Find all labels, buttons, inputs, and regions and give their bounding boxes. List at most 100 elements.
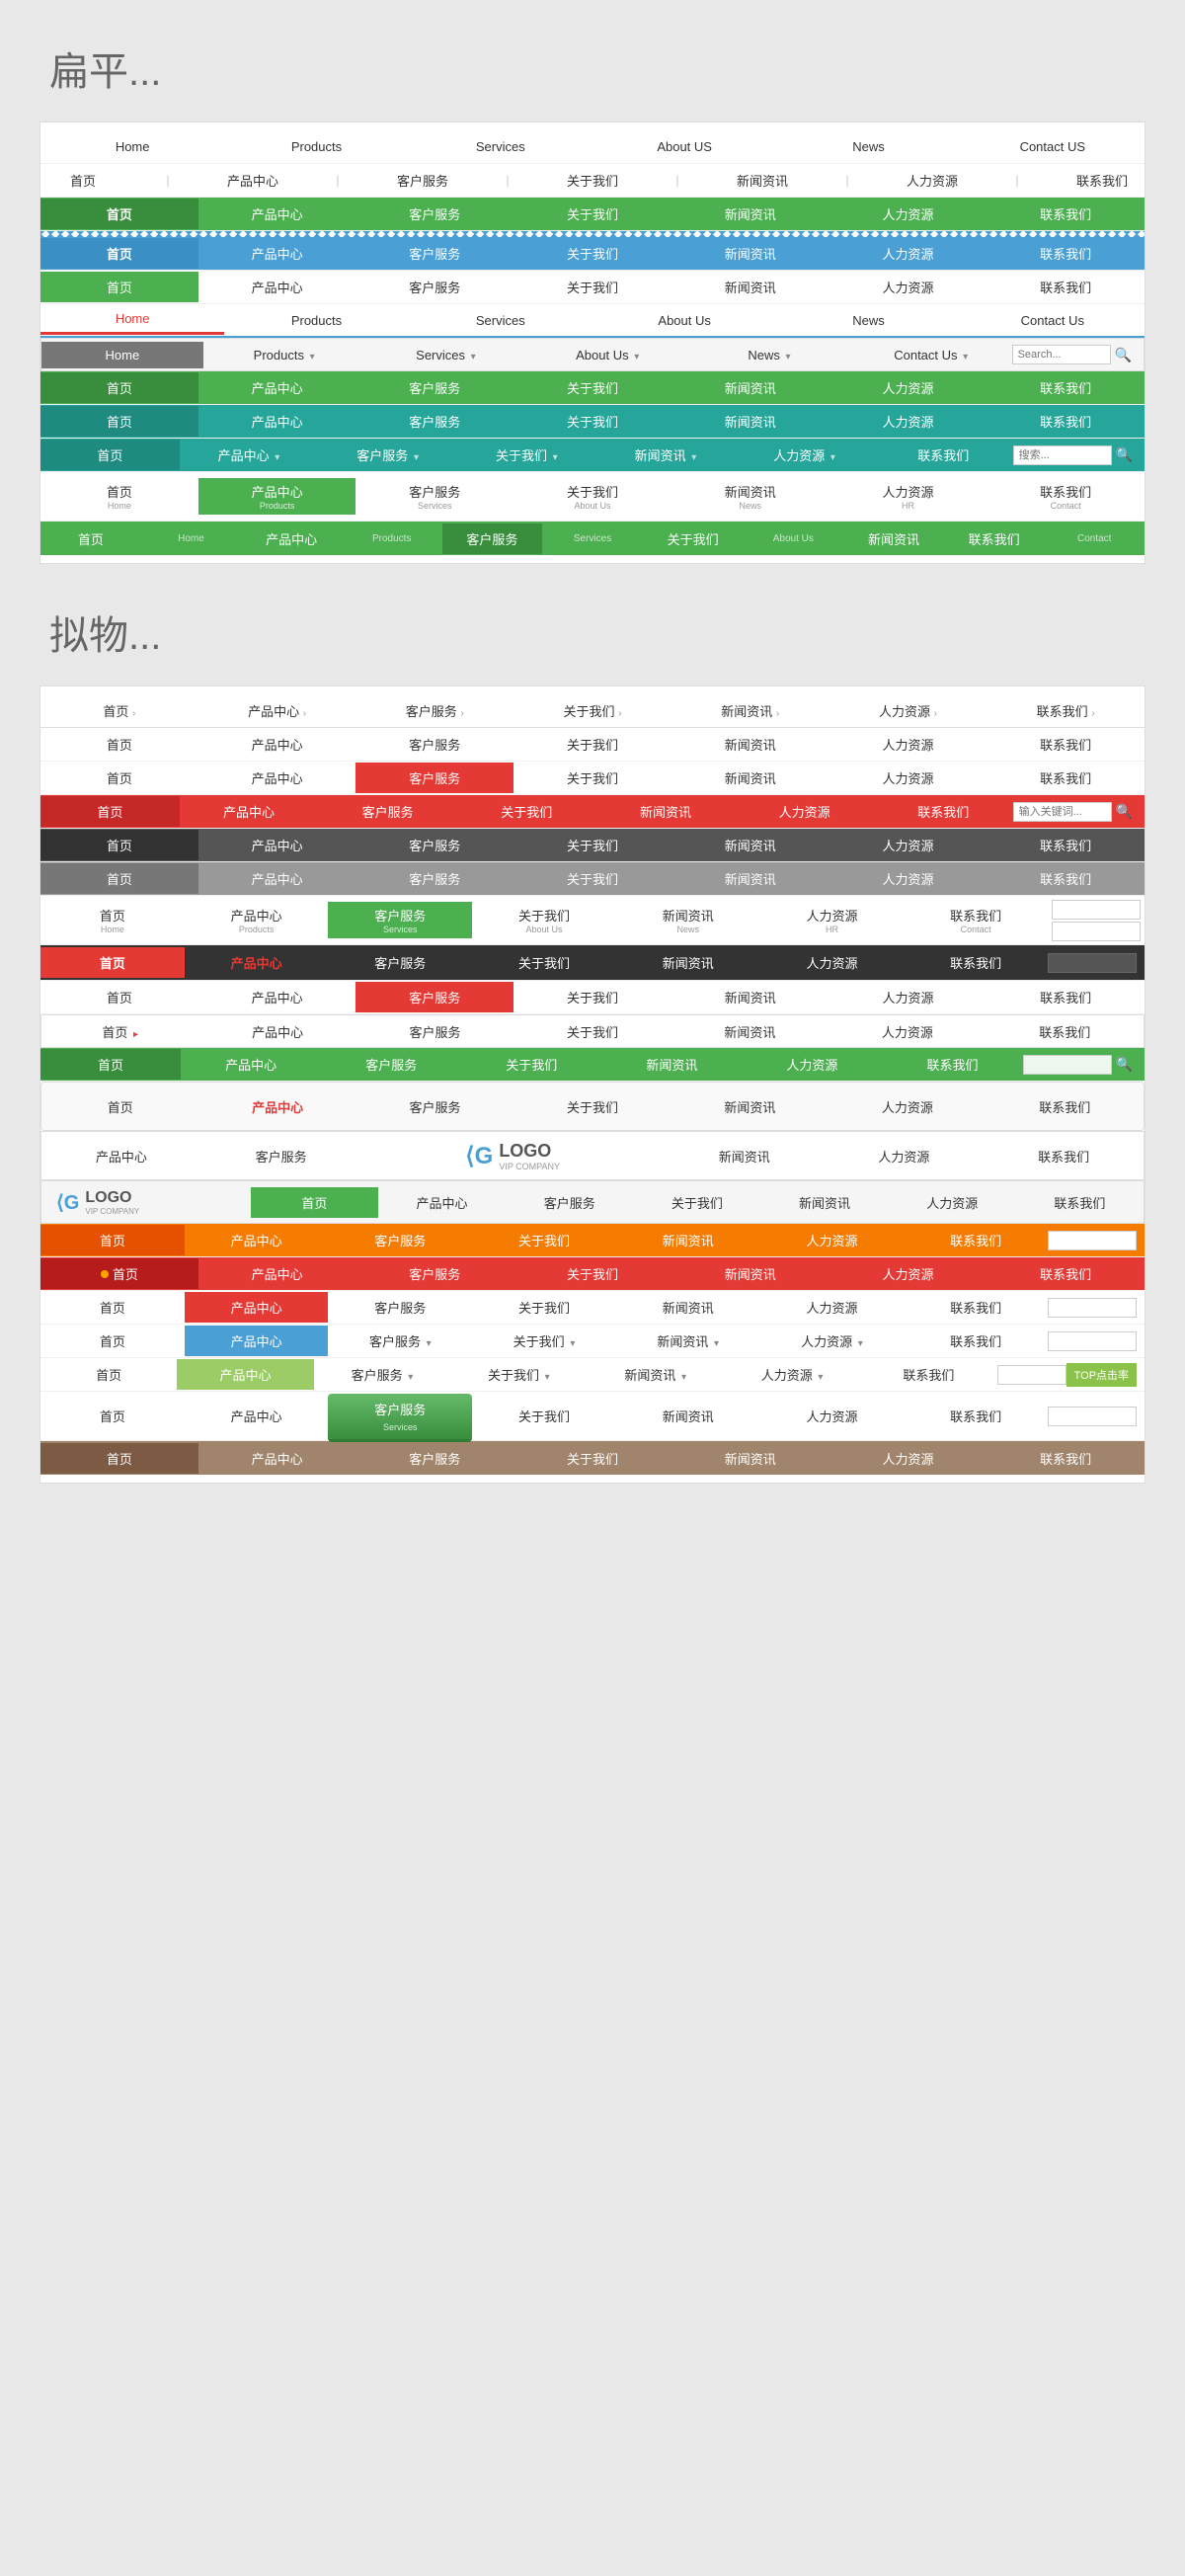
search-input-s20[interactable] xyxy=(1048,1407,1137,1426)
nav-services-cn2[interactable]: 客户服务 xyxy=(380,165,465,196)
nav-services-cn5[interactable]: 客户服务 xyxy=(356,272,514,302)
snav-home-3[interactable]: 首页 xyxy=(40,763,198,793)
nav-home-en6[interactable]: Home xyxy=(40,305,224,335)
snav-contact-20[interactable]: 联系我们 xyxy=(904,1401,1048,1431)
search-btn-s4[interactable]: 🔍 xyxy=(1112,801,1137,822)
nav-products-cn8[interactable]: 产品中心 xyxy=(198,372,356,403)
search-input2-s7[interactable] xyxy=(1052,922,1141,941)
nav-about-cn12[interactable]: 关于我们 xyxy=(643,523,744,554)
snav-contact-19[interactable]: 联系我们 xyxy=(860,1359,996,1390)
snav-news-10[interactable]: 新闻资讯 xyxy=(672,1016,829,1047)
snav-home-9[interactable]: 首页 xyxy=(40,982,198,1012)
nav-hr-cn4[interactable]: 人力资源 xyxy=(830,238,988,269)
snav-hr-18[interactable]: 人力资源 ▾ xyxy=(760,1326,905,1356)
snav-hr-17[interactable]: 人力资源 xyxy=(760,1292,905,1323)
snav-home-4[interactable]: 首页 xyxy=(40,796,180,827)
snav-about-12[interactable]: 关于我们 xyxy=(514,1091,671,1122)
snav-contact-9[interactable]: 联系我们 xyxy=(987,982,1145,1012)
snav-news-2[interactable]: 新闻资讯 xyxy=(672,729,830,760)
snav-services-6[interactable]: 客户服务 xyxy=(356,863,514,894)
nav-news-en6[interactable]: News xyxy=(776,307,960,334)
snav-products-3[interactable]: 产品中心 xyxy=(198,763,356,793)
nav-news-en7[interactable]: News ▾ xyxy=(688,342,850,368)
snav-about-16[interactable]: 关于我们 xyxy=(514,1258,672,1289)
snav-services-20[interactable]: 客户服务 Services xyxy=(328,1394,472,1439)
nav-news-cn3[interactable]: 新闻资讯 xyxy=(672,199,830,229)
snav-products-6[interactable]: 产品中心 xyxy=(198,863,356,894)
snav-about-3[interactable]: 关于我们 xyxy=(514,763,672,793)
nav-services-en12[interactable]: Services xyxy=(542,527,643,550)
snav-services-14[interactable]: 客户服务 xyxy=(506,1187,633,1218)
snav-news-14[interactable]: 新闻资讯 xyxy=(760,1187,888,1218)
snav-home-dbl7[interactable]: 首页 Home xyxy=(40,902,185,938)
nav-news-cn9[interactable]: 新闻资讯 xyxy=(672,406,830,437)
snav-contact-21[interactable]: 联系我们 xyxy=(987,1443,1145,1474)
snav-about-2[interactable]: 关于我们 xyxy=(514,729,672,760)
snav-hr-1[interactable]: 人力资源 › xyxy=(830,695,988,726)
snav-about-6[interactable]: 关于我们 xyxy=(514,863,672,894)
snav-hr-9[interactable]: 人力资源 xyxy=(830,982,988,1012)
snav-contact-11[interactable]: 联系我们 xyxy=(882,1049,1022,1080)
nav-about-cn9[interactable]: 关于我们 xyxy=(514,406,672,437)
snav-services-12[interactable]: 客户服务 xyxy=(356,1091,514,1122)
snav-news-20[interactable]: 新闻资讯 xyxy=(616,1401,760,1431)
snav-services-15[interactable]: 客户服务 xyxy=(328,1225,472,1255)
snav-products-13[interactable]: 产品中心 xyxy=(41,1141,201,1171)
snav-services-2[interactable]: 客户服务 xyxy=(356,729,514,760)
snav-services-8[interactable]: 客户服务 xyxy=(328,947,472,978)
snav-news-4[interactable]: 新闻资讯 xyxy=(596,796,736,827)
snav-home-12[interactable]: 首页 xyxy=(41,1091,198,1122)
snav-contact-12[interactable]: 联系我们 xyxy=(987,1091,1144,1122)
nav-about-cn5[interactable]: 关于我们 xyxy=(514,272,672,302)
nav-home-cn8[interactable]: 首页 xyxy=(40,372,198,403)
nav-hr-cn8[interactable]: 人力资源 xyxy=(830,372,988,403)
nav-home-dbl11[interactable]: 首页 Home xyxy=(40,478,198,515)
nav-products-en12[interactable]: Products xyxy=(342,527,442,550)
nav-home-en[interactable]: Home xyxy=(40,133,224,160)
nav-contact-en12[interactable]: Contact xyxy=(1044,527,1145,550)
nav-products-cn3[interactable]: 产品中心 xyxy=(198,199,356,229)
snav-products-20[interactable]: 产品中心 xyxy=(185,1401,329,1431)
snav-news-9[interactable]: 新闻资讯 xyxy=(672,982,830,1012)
snav-news-11[interactable]: 新闻资讯 xyxy=(601,1049,742,1080)
snav-products-5[interactable]: 产品中心 xyxy=(198,830,356,860)
snav-hr-13[interactable]: 人力资源 xyxy=(825,1141,985,1171)
nav-products-cn5[interactable]: 产品中心 xyxy=(198,272,356,302)
snav-products-8[interactable]: 产品中心 xyxy=(185,947,329,978)
snav-hr-21[interactable]: 人力资源 xyxy=(830,1443,988,1474)
snav-home-15[interactable]: 首页 xyxy=(40,1225,185,1255)
snav-home-2[interactable]: 首页 xyxy=(40,729,198,760)
nav-home-cn5[interactable]: 首页 xyxy=(40,272,198,302)
snav-news-17[interactable]: 新闻资讯 xyxy=(616,1292,760,1323)
nav-home-cn9[interactable]: 首页 xyxy=(40,406,198,437)
snav-about-15[interactable]: 关于我们 xyxy=(472,1225,616,1255)
snav-about-4[interactable]: 关于我们 xyxy=(457,796,596,827)
search-input-s18[interactable] xyxy=(1048,1331,1137,1351)
snav-services-19[interactable]: 客户服务 ▾ xyxy=(314,1359,450,1390)
search-input-s15[interactable] xyxy=(1048,1231,1137,1250)
snav-contact-14[interactable]: 联系我们 xyxy=(1016,1187,1144,1218)
nav-about-en12[interactable]: About Us xyxy=(743,527,843,550)
snav-hr-19[interactable]: 人力资源 ▾ xyxy=(724,1359,860,1390)
snav-hr-16[interactable]: 人力资源 xyxy=(830,1258,988,1289)
snav-about-17[interactable]: 关于我们 xyxy=(472,1292,616,1323)
snav-services-1[interactable]: 客户服务 › xyxy=(356,695,514,726)
snav-contact-18[interactable]: 联系我们 xyxy=(904,1326,1048,1356)
snav-hr-dbl7[interactable]: 人力资源 HR xyxy=(760,902,905,938)
search-input-s11[interactable] xyxy=(1023,1055,1112,1075)
snav-home-5[interactable]: 首页 xyxy=(40,830,198,860)
snav-products-dbl7[interactable]: 产品中心 Products xyxy=(185,902,329,938)
nav-about-cn2[interactable]: 关于我们 xyxy=(550,165,635,196)
nav-news-cn10[interactable]: 新闻资讯 ▾ xyxy=(596,440,736,470)
snav-contact-13[interactable]: 联系我们 xyxy=(984,1141,1144,1171)
snav-home-10[interactable]: 首页 ▸ xyxy=(41,1016,198,1047)
nav-home-cn2[interactable]: 首页 xyxy=(40,165,125,196)
nav-news-dbl11[interactable]: 新闻资讯 News xyxy=(672,478,830,515)
snav-products-9[interactable]: 产品中心 xyxy=(198,982,356,1012)
snav-products-10[interactable]: 产品中心 xyxy=(198,1016,356,1047)
snav-home-16[interactable]: 首页 xyxy=(40,1258,198,1289)
nav-contact-cn9[interactable]: 联系我们 xyxy=(987,406,1145,437)
snav-products-14[interactable]: 产品中心 xyxy=(378,1187,506,1218)
snav-news-12[interactable]: 新闻资讯 xyxy=(672,1091,829,1122)
snav-home-1[interactable]: 首页 › xyxy=(40,695,198,726)
